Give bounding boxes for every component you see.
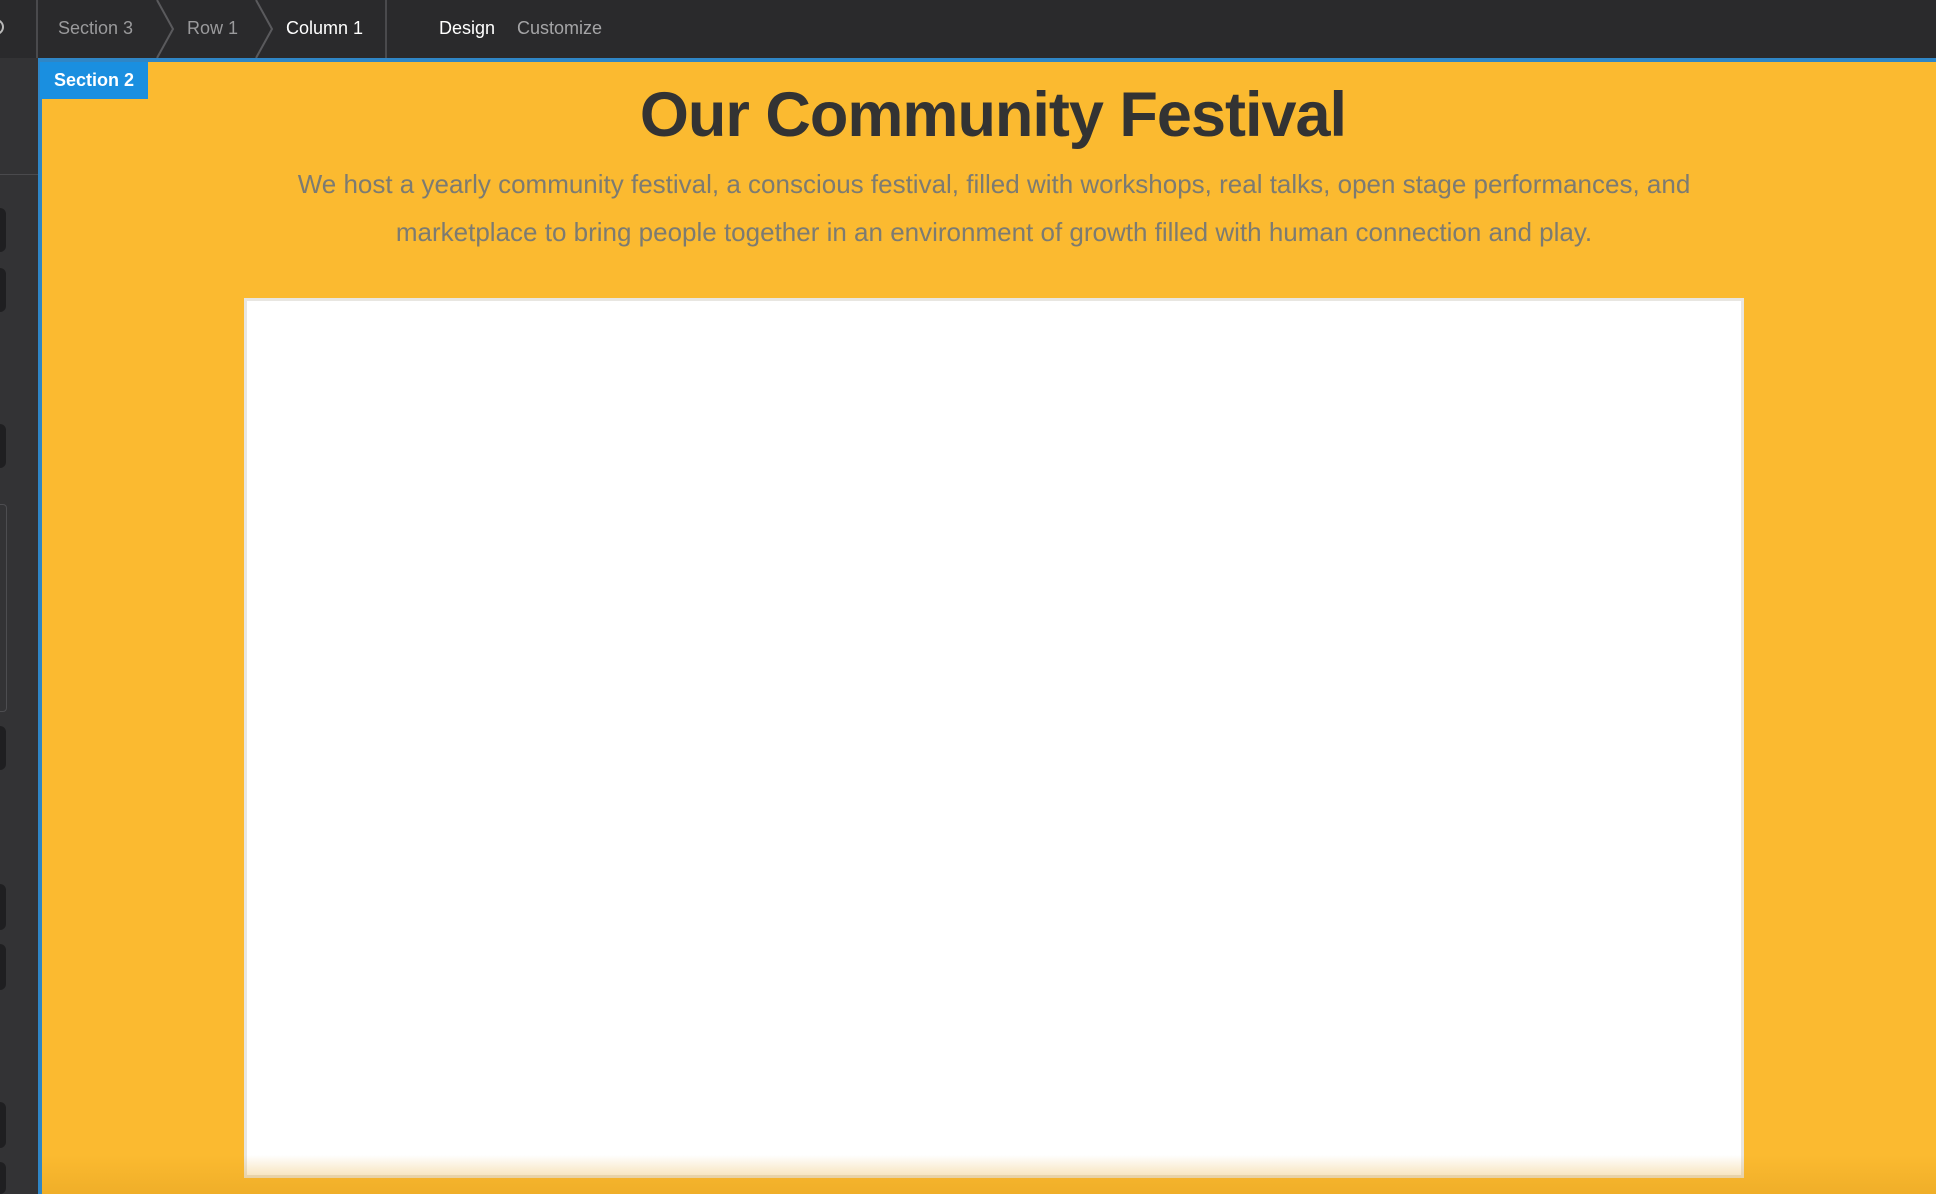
section-label-badge[interactable]: Section 2 xyxy=(40,62,148,99)
sidebar-control[interactable] xyxy=(0,884,6,930)
breadcrumb-chevron-icon xyxy=(254,0,276,58)
sidebar-control[interactable] xyxy=(0,726,6,770)
sidebar-control[interactable] xyxy=(0,424,6,468)
toolbar-divider xyxy=(36,0,38,58)
sidebar-control[interactable] xyxy=(0,268,6,312)
breadcrumb-row-1[interactable]: Row 1 xyxy=(187,0,238,56)
left-sidebar xyxy=(0,58,38,1194)
breadcrumb-column-1[interactable]: Column 1 xyxy=(286,0,363,56)
sidebar-control[interactable] xyxy=(0,944,6,990)
editor-toolbar: Section 3 Row 1 Column 1 Design Customiz… xyxy=(0,0,1936,58)
tab-customize[interactable]: Customize xyxy=(517,0,602,56)
breadcrumb-section-3[interactable]: Section 3 xyxy=(58,0,133,56)
toolbar-divider xyxy=(385,0,387,58)
sidebar-divider xyxy=(0,174,38,175)
sidebar-panel[interactable] xyxy=(0,504,7,712)
breadcrumb-chevron-icon xyxy=(155,0,177,58)
tab-design[interactable]: Design xyxy=(439,0,495,56)
sidebar-control[interactable] xyxy=(0,1102,6,1148)
page-title: Our Community Festival xyxy=(639,80,1347,150)
embed-frame[interactable] xyxy=(244,298,1744,1178)
settings-icon[interactable] xyxy=(0,19,4,35)
festival-description: We host a yearly community festival, a c… xyxy=(297,169,1691,247)
sidebar-control[interactable] xyxy=(0,208,6,252)
sidebar-control[interactable] xyxy=(0,1162,6,1194)
